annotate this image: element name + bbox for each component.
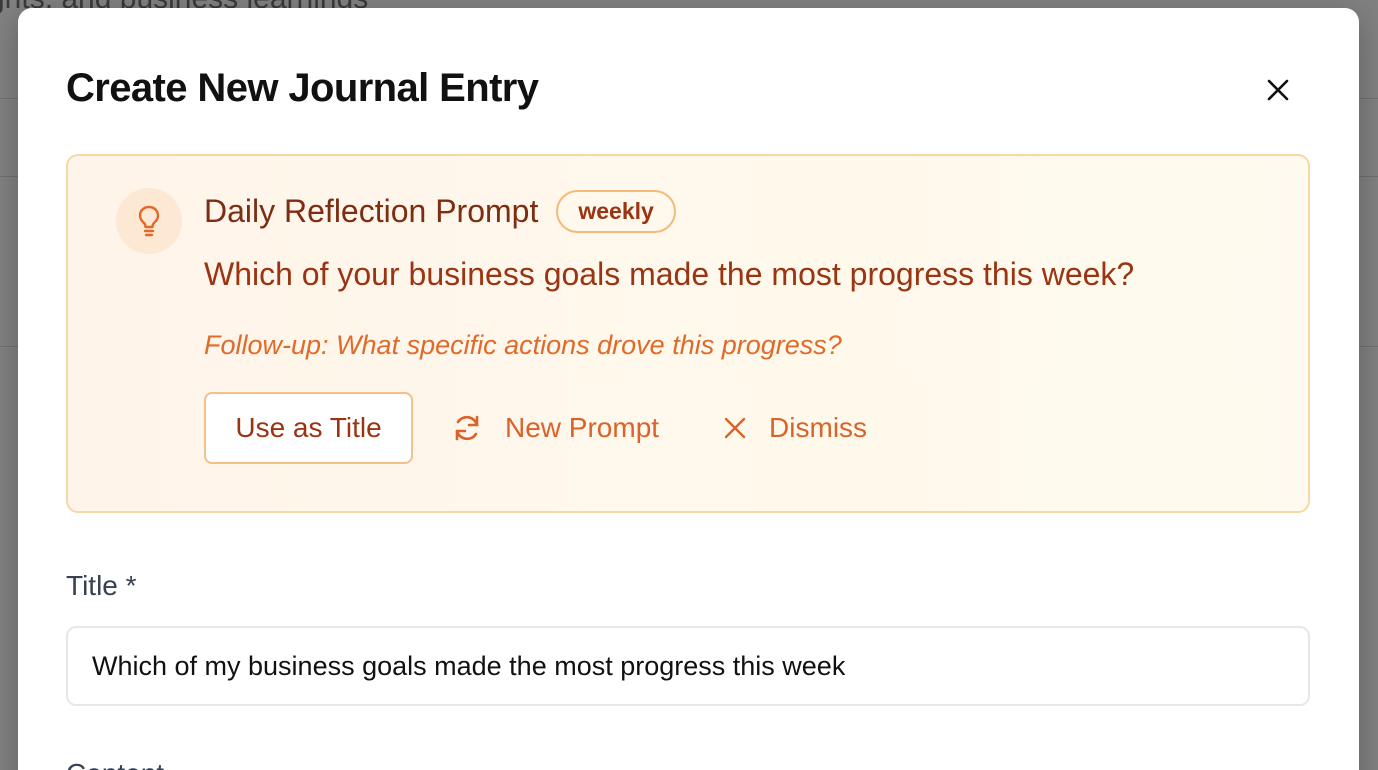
- new-prompt-label: New Prompt: [505, 412, 660, 443]
- dismiss-label: Dismiss: [769, 412, 868, 443]
- new-prompt-button[interactable]: New Prompt: [451, 412, 659, 444]
- reflection-prompt-card: Daily Reflection Prompt weekly Which of …: [66, 154, 1310, 513]
- dismiss-button[interactable]: Dismiss: [723, 412, 867, 444]
- close-button[interactable]: [1258, 72, 1298, 108]
- lightbulb-icon: [138, 205, 160, 237]
- prompt-heading-row: Daily Reflection Prompt weekly: [204, 190, 676, 233]
- create-journal-entry-modal: Create New Journal Entry Daily Reflectio…: [18, 8, 1359, 770]
- close-icon: [1267, 79, 1289, 101]
- modal-title: Create New Journal Entry: [66, 66, 539, 110]
- prompt-heading: Daily Reflection Prompt: [204, 193, 539, 229]
- content-label: Content: [66, 758, 164, 770]
- prompt-followup: Follow-up: What specific actions drove t…: [204, 330, 842, 360]
- title-label: Title *: [66, 570, 137, 601]
- x-icon: [724, 417, 746, 439]
- frequency-badge: weekly: [556, 190, 676, 233]
- lightbulb-icon-container: [116, 188, 182, 254]
- prompt-actions: Use as Title New Prompt Dismiss: [204, 392, 867, 464]
- refresh-icon: [455, 415, 479, 441]
- use-as-title-button[interactable]: Use as Title: [204, 392, 413, 464]
- prompt-question: Which of your business goals made the mo…: [204, 256, 1135, 292]
- title-input[interactable]: [66, 626, 1310, 706]
